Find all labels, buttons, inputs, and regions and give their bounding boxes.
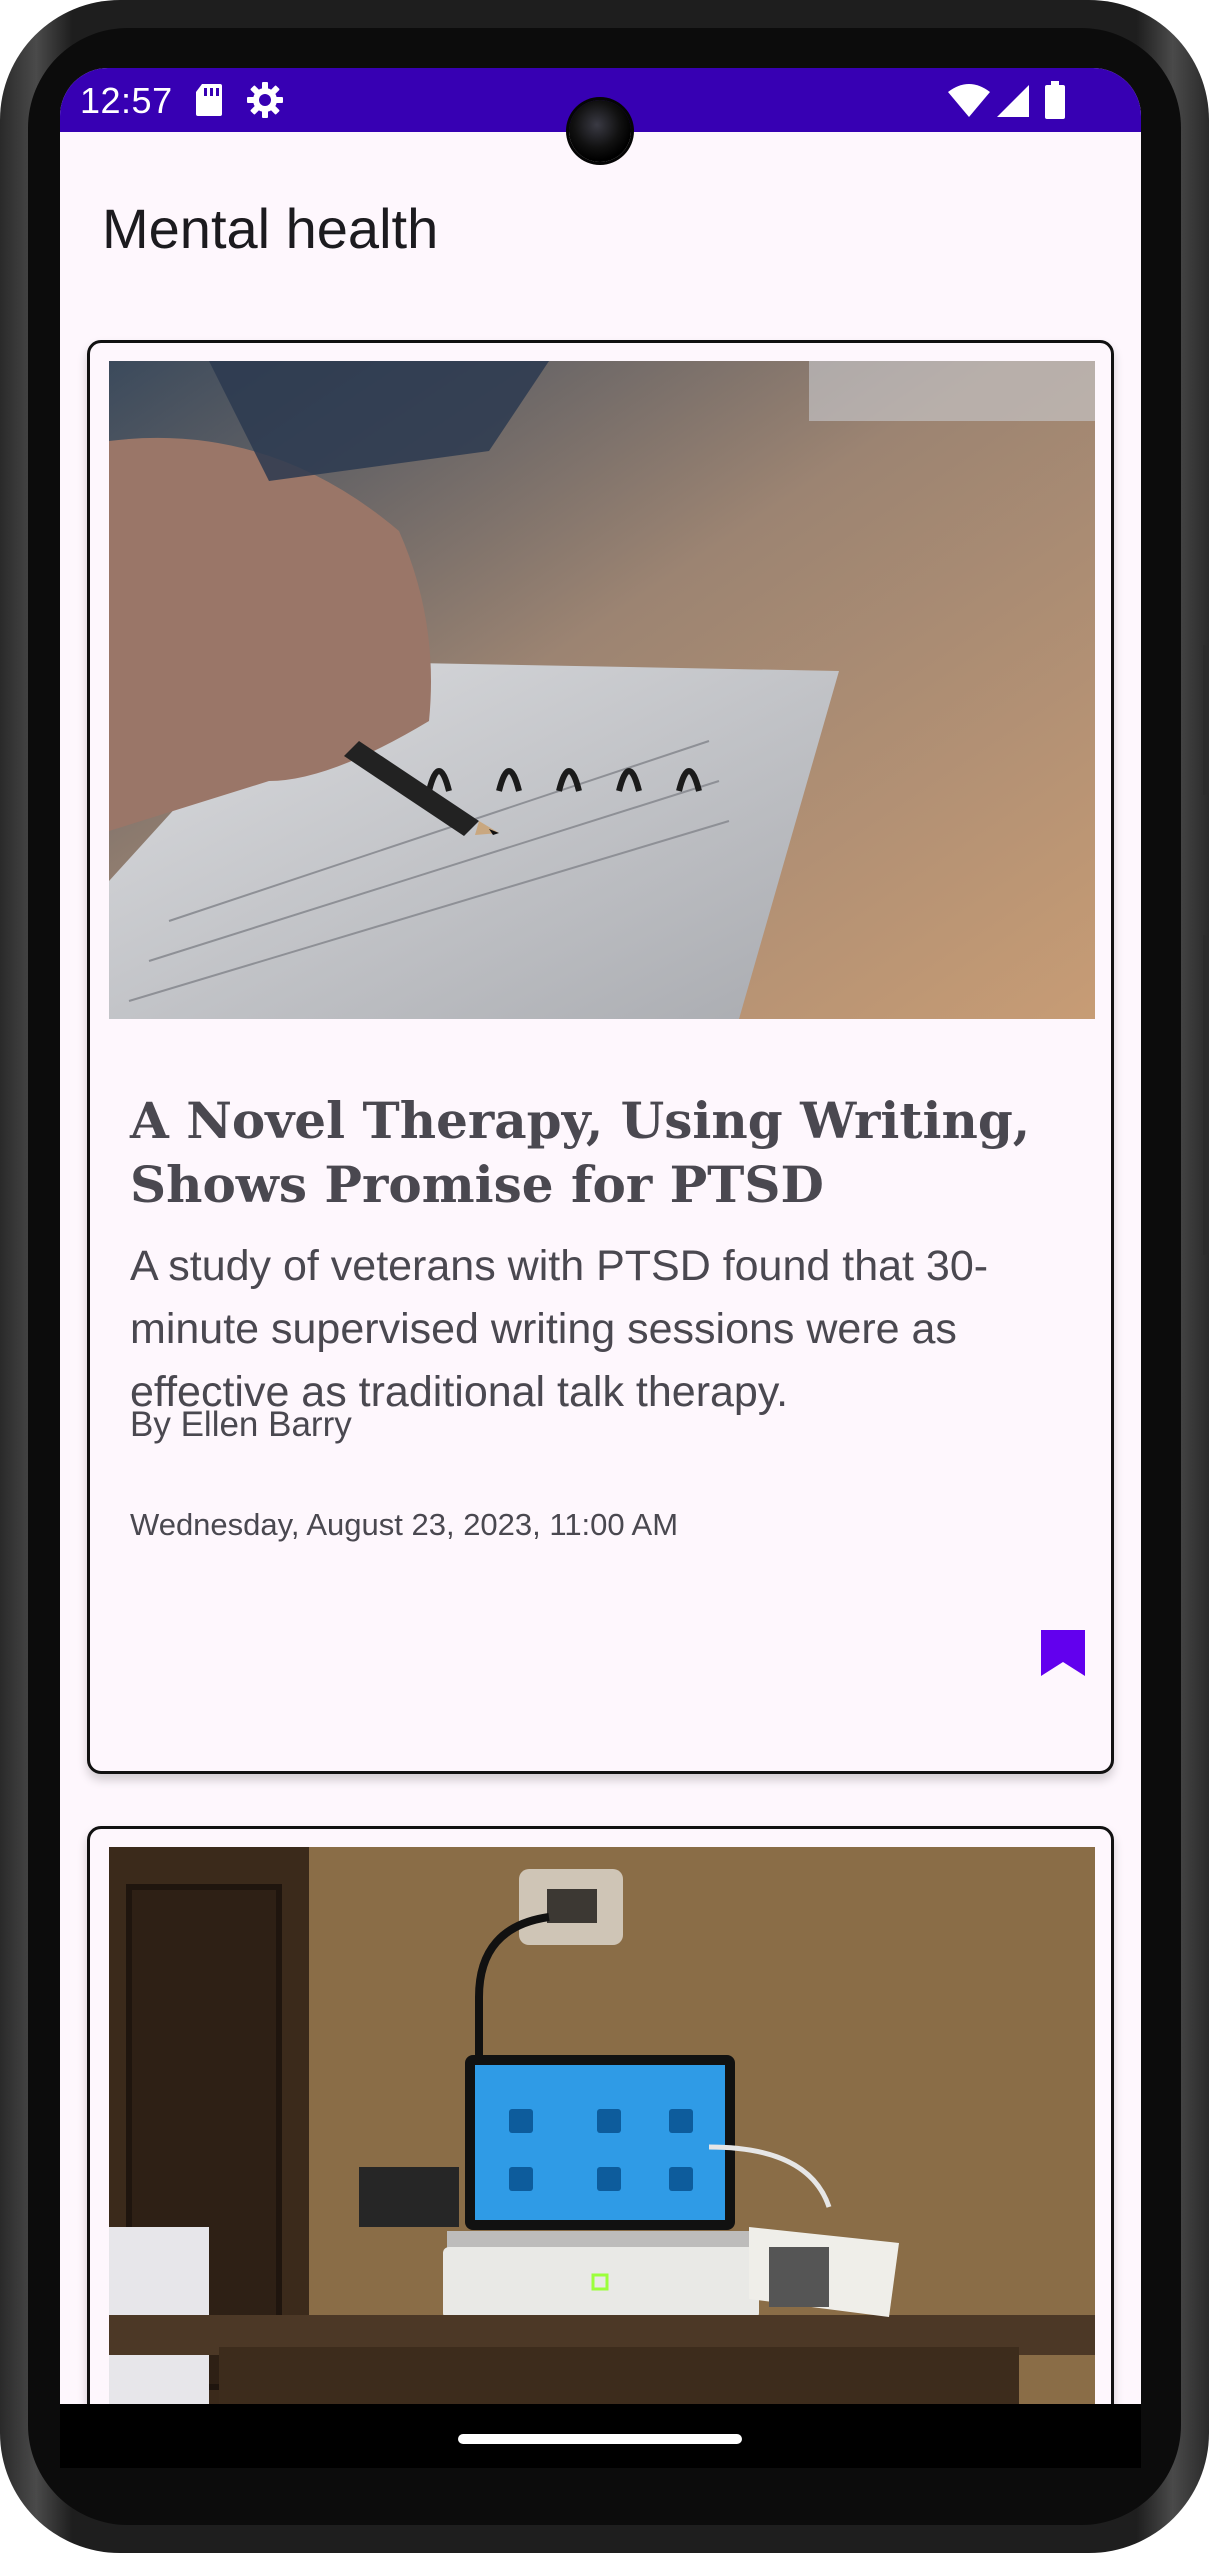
article-byline: By Ellen Barry: [130, 1405, 352, 1444]
status-time: 12:57: [80, 80, 173, 121]
power-button: [1203, 645, 1209, 795]
screen: 12:57 Mental health A Novel Therapy, Usi…: [60, 68, 1141, 2468]
bookmark-filled-icon[interactable]: [1039, 1629, 1087, 1677]
article-date: Wednesday, August 23, 2023, 11:00 AM: [130, 1507, 679, 1542]
device-frame: 12:57 Mental health A Novel Therapy, Usi…: [0, 0, 1209, 2553]
cellular-signal-icon: [996, 84, 1030, 123]
article-image: [109, 1847, 1095, 2468]
article-headline[interactable]: A Novel Therapy, Using Writing, Shows Pr…: [130, 1089, 1090, 1217]
home-gesture-handle[interactable]: [458, 2434, 742, 2444]
wifi-icon: [948, 84, 990, 123]
article-card[interactable]: [87, 1826, 1114, 2468]
article-image: [109, 361, 1095, 1019]
volume-button: [1203, 935, 1209, 1255]
sd-card-icon: [194, 82, 224, 123]
settings-gear-icon: [246, 81, 284, 124]
navigation-bar: [60, 2404, 1141, 2468]
front-camera: [569, 100, 631, 162]
page-title: Mental health: [102, 197, 439, 260]
battery-icon: [1044, 81, 1066, 124]
article-card[interactable]: A Novel Therapy, Using Writing, Shows Pr…: [87, 340, 1114, 1774]
article-summary: A study of veterans with PTSD found that…: [130, 1242, 989, 1416]
